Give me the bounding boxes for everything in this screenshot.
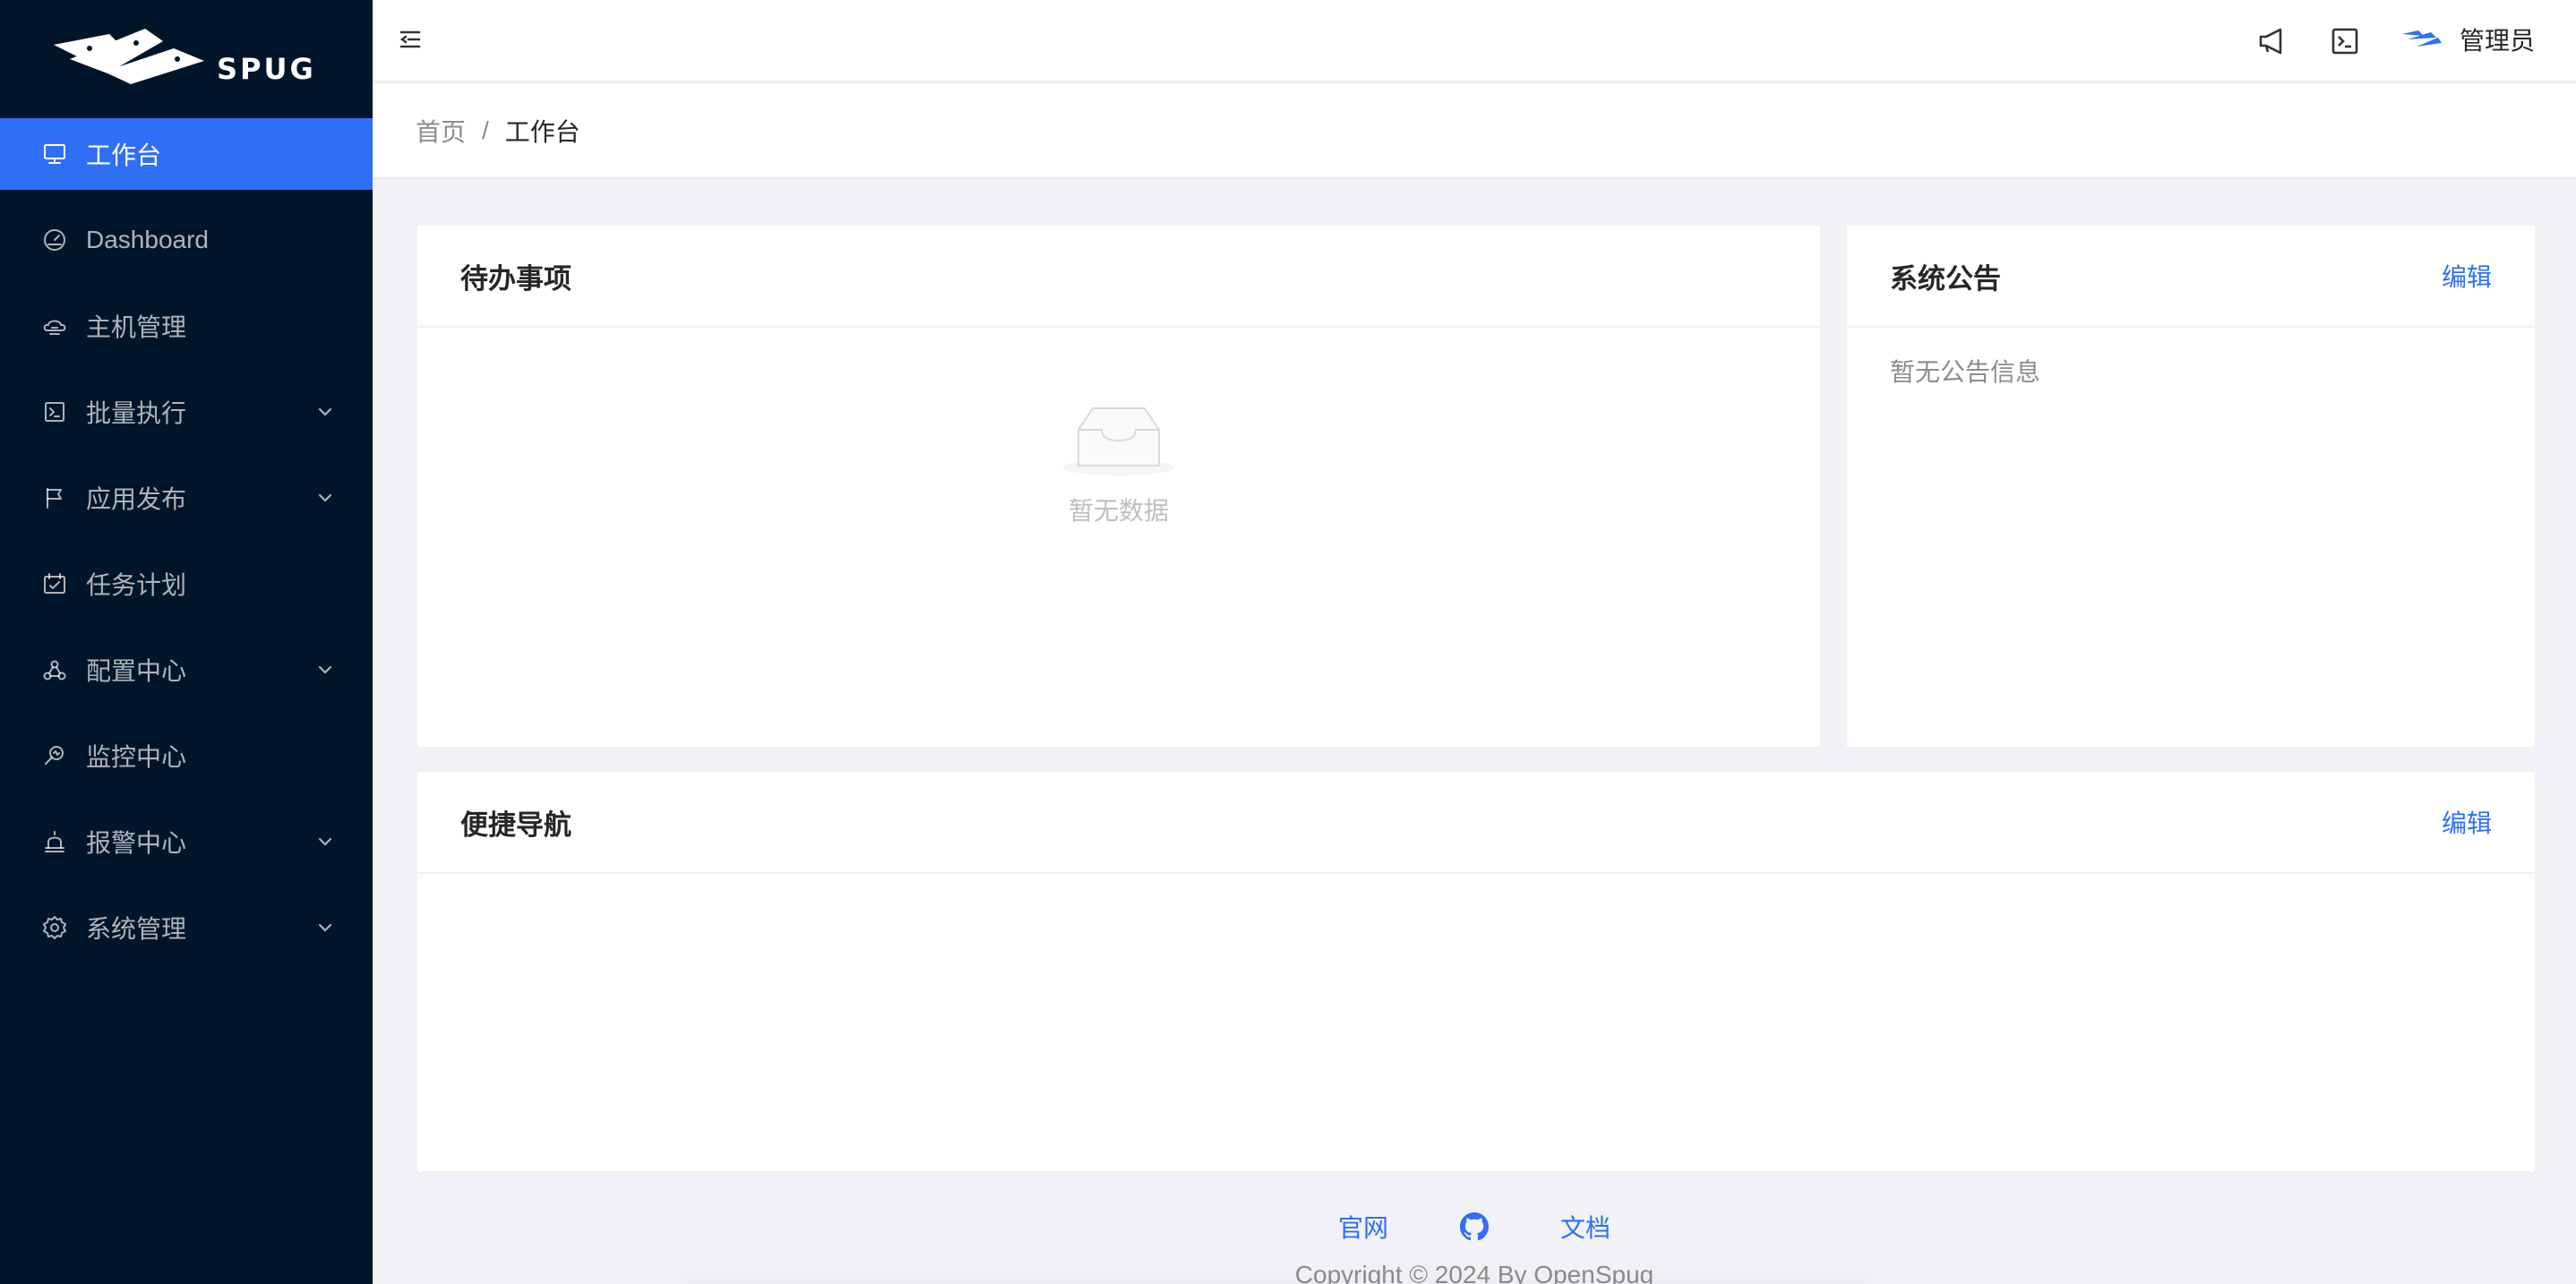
sidebar-item-label: 系统管理 [86, 915, 187, 943]
breadcrumb-separator: / [482, 116, 489, 144]
sidebar-item-3[interactable]: 批量执行 [0, 376, 373, 448]
sidebar-item-label: 应用发布 [86, 485, 187, 513]
sidebar-item-label: 批量执行 [86, 399, 187, 427]
breadcrumb-current: 工作台 [504, 118, 580, 146]
breadcrumb-bar: 首页 / 工作台 [373, 84, 2576, 179]
todo-title: 待办事项 [460, 262, 571, 295]
chevron-down-icon[interactable] [313, 400, 337, 424]
official-site-link[interactable]: 官网 [1338, 1209, 1388, 1245]
empty-inbox-icon [1060, 403, 1177, 483]
sidebar-item-label: 工作台 [86, 141, 162, 169]
notice-title: 系统公告 [1890, 262, 2001, 295]
sidebar-item-7[interactable]: 监控中心 [0, 720, 373, 792]
setting-icon [41, 914, 68, 941]
user-name: 管理员 [2459, 27, 2535, 55]
chevron-down-icon[interactable] [313, 658, 337, 681]
spug-logo[interactable]: SPUG [50, 21, 337, 93]
sidebar-item-4[interactable]: 应用发布 [0, 462, 373, 534]
flag-icon [41, 484, 68, 511]
deployment-unit-icon [41, 656, 68, 683]
todo-card-header: 待办事项 [417, 226, 1820, 328]
notice-card-header: 系统公告 编辑 [1847, 226, 2535, 328]
dashboard-icon [41, 227, 68, 253]
chevron-down-icon[interactable] [313, 486, 337, 509]
sidebar-item-2[interactable]: 主机管理 [0, 290, 373, 362]
sidebar: SPUG 工作台 Dashboard 主机管理批量执行应用发布任务计划配置中心监控中… [0, 0, 373, 1284]
avatar-icon [2400, 27, 2443, 52]
quick-nav-card-header: 便捷导航 编辑 [417, 772, 2535, 874]
notice-edit-link[interactable]: 编辑 [2442, 258, 2492, 294]
empty-state: 暂无数据 [417, 403, 1820, 527]
footer-links: 官网 文档 [373, 1209, 2576, 1245]
sidebar-item-label: 报警中心 [86, 829, 187, 857]
empty-text: 暂无数据 [1068, 497, 1169, 525]
chevron-down-icon[interactable] [313, 916, 337, 939]
top-header: 管理员 [373, 0, 2576, 82]
quick-nav-edit-link[interactable]: 编辑 [2442, 804, 2492, 840]
notice-card: 系统公告 编辑 暂无公告信息 [1847, 226, 2535, 747]
terminal-icon[interactable] [2327, 23, 2363, 59]
schedule-icon [41, 570, 68, 597]
quick-nav-title: 便捷导航 [460, 809, 571, 841]
sidebar-item-6[interactable]: 配置中心 [0, 634, 373, 706]
sidebar-item-0[interactable]: 工作台 [0, 118, 373, 190]
breadcrumb: 首页 / 工作台 [416, 113, 580, 149]
side-menu: 工作台 Dashboard 主机管理批量执行应用发布任务计划配置中心监控中心报警中心… [0, 118, 373, 978]
quick-nav-card: 便捷导航 编辑 [417, 772, 2535, 1171]
code-icon [41, 398, 68, 425]
todo-card: 待办事项 暂无数据 [417, 226, 1820, 747]
bottom-shadow [681, 1280, 1872, 1284]
sidebar-item-8[interactable]: 报警中心 [0, 806, 373, 877]
user-menu[interactable]: 管理员 [2400, 21, 2535, 57]
alert-icon [41, 828, 68, 855]
sidebar-item-label: Dashboard [86, 226, 209, 253]
sidebar-item-label: 监控中心 [86, 743, 187, 771]
sidebar-item-label: 配置中心 [86, 657, 187, 685]
github-icon[interactable] [1460, 1212, 1489, 1241]
notice-empty-text: 暂无公告信息 [1890, 358, 2041, 386]
breadcrumb-home[interactable]: 首页 [416, 113, 466, 149]
sidebar-item-label: 任务计划 [86, 571, 187, 599]
monitor-icon [41, 742, 68, 769]
chevron-down-icon[interactable] [313, 830, 337, 853]
sidebar-item-5[interactable]: 任务计划 [0, 548, 373, 620]
cloud-server-icon [41, 312, 68, 339]
docs-link[interactable]: 文档 [1560, 1209, 1610, 1245]
notification-icon[interactable] [2254, 23, 2289, 59]
sidebar-item-1[interactable]: Dashboard [0, 204, 373, 276]
menu-fold-icon[interactable] [392, 21, 428, 57]
sidebar-item-label: 主机管理 [86, 313, 187, 341]
brand-name: SPUG [217, 52, 316, 86]
desktop-icon [41, 141, 68, 167]
sidebar-item-9[interactable]: 系统管理 [0, 892, 373, 963]
